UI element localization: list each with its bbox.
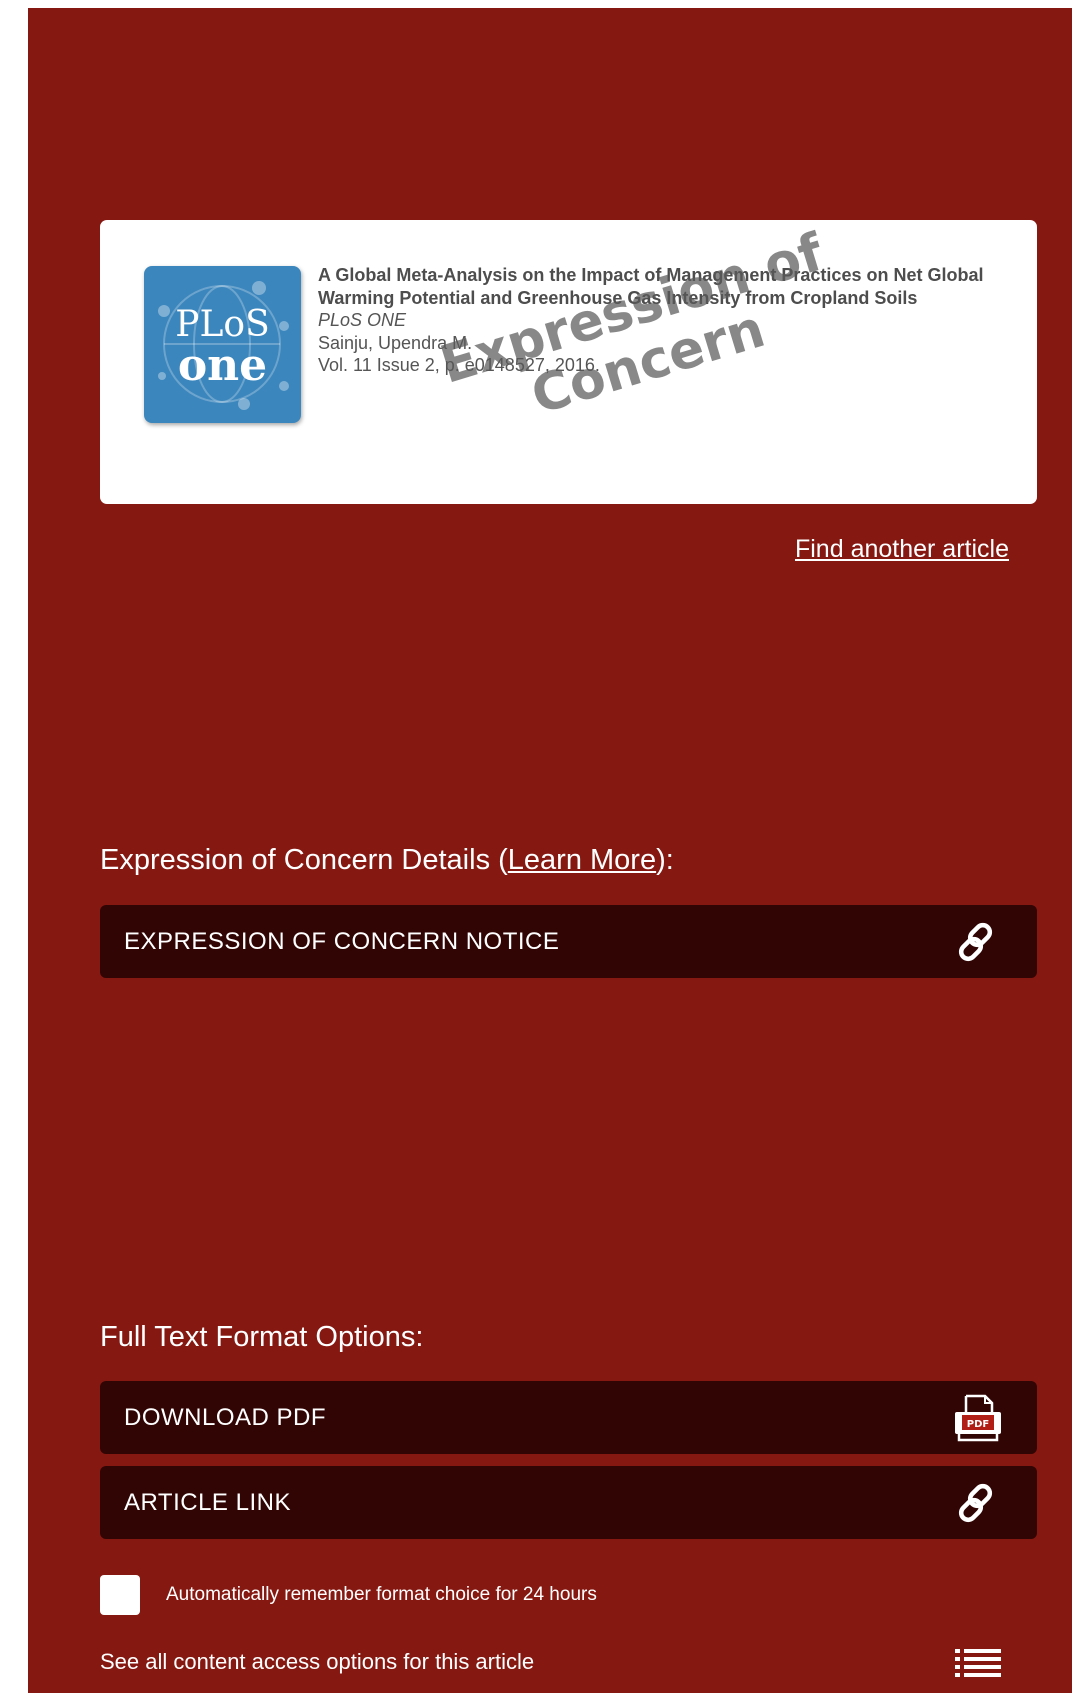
eoc-heading-suffix: ): (656, 844, 674, 876)
link-icon (958, 1483, 993, 1523)
remember-format-label: Automatically remember format choice for… (166, 1584, 597, 1605)
article-card: PLoS one A Global Meta-Analysis on the I… (100, 220, 1037, 504)
learn-more-link[interactable]: Learn More (508, 844, 656, 876)
article-link-button[interactable]: ARTICLE LINK (100, 1466, 1037, 1539)
download-pdf-button[interactable]: DOWNLOAD PDF PDF (100, 1381, 1037, 1454)
expression-of-concern-stamp: Expression of Concern (432, 223, 847, 448)
pdf-icon-text: PDF (967, 1419, 989, 1430)
journal-cover: PLoS one (144, 266, 301, 423)
list-icon[interactable] (955, 1648, 1001, 1678)
remember-format-checkbox[interactable] (100, 1575, 140, 1615)
see-all-options-link[interactable]: See all content access options for this … (100, 1649, 534, 1675)
article-link-label: ARTICLE LINK (124, 1489, 291, 1516)
eoc-notice-button[interactable]: EXPRESSION OF CONCERN NOTICE (100, 905, 1037, 978)
cover-logo-bottom: one (177, 340, 268, 391)
main-panel: PLoS one A Global Meta-Analysis on the I… (28, 8, 1072, 1693)
link-icon (958, 922, 993, 962)
find-another-article-link[interactable]: Find another article (795, 535, 1009, 564)
eoc-notice-label: EXPRESSION OF CONCERN NOTICE (124, 928, 560, 955)
format-options-heading: Full Text Format Options: (100, 1321, 424, 1353)
eoc-heading: Expression of Concern Details (Learn Mor… (100, 844, 674, 877)
pdf-icon: PDF (955, 1394, 1001, 1442)
eoc-heading-prefix: Expression of Concern Details ( (100, 844, 508, 876)
cover-logo-top: PLoS (175, 304, 270, 345)
download-pdf-label: DOWNLOAD PDF (124, 1404, 327, 1431)
remember-format-row: Automatically remember format choice for… (100, 1575, 1000, 1617)
